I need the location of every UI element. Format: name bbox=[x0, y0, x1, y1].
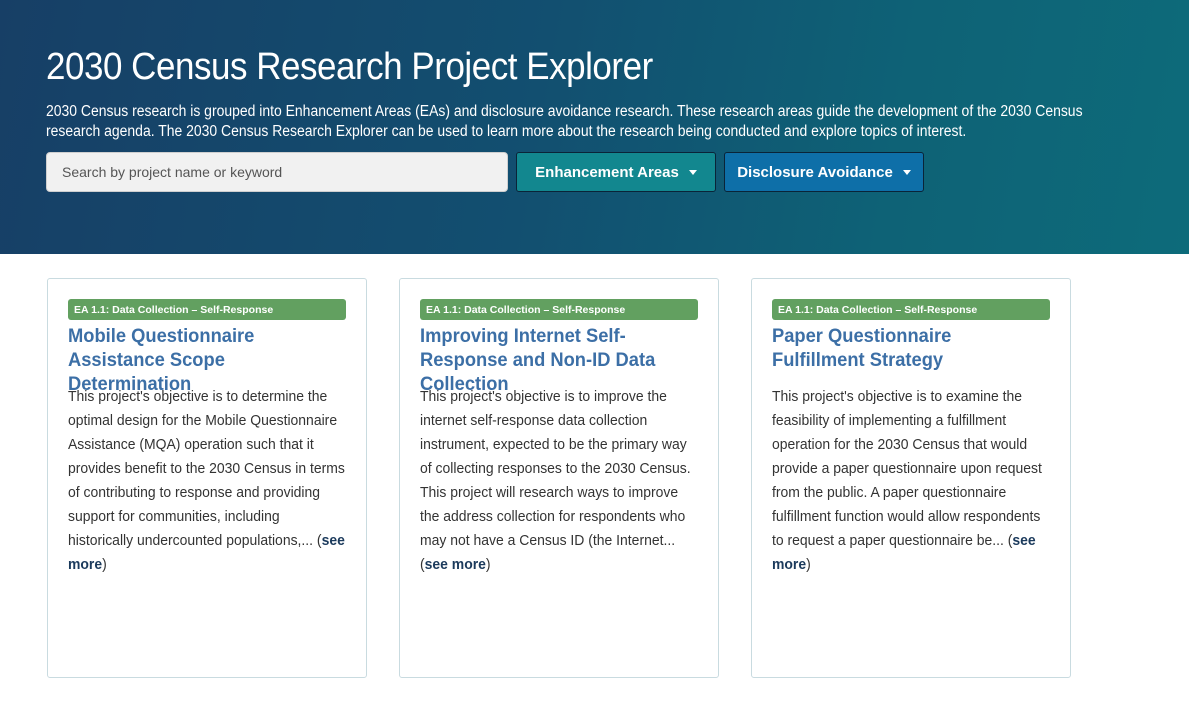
paren-close: ) bbox=[485, 556, 491, 573]
disclosure-avoidance-dropdown-button[interactable]: Disclosure Avoidance bbox=[724, 152, 924, 192]
paren-open: ( bbox=[1003, 532, 1013, 549]
caret-down-icon bbox=[902, 169, 911, 175]
excerpt-text: This project's objective is to improve t… bbox=[420, 388, 691, 549]
excerpt-text: This project's objective is to determine… bbox=[68, 388, 345, 549]
see-more-link[interactable]: see more bbox=[425, 556, 486, 573]
caret-down-icon bbox=[688, 169, 697, 175]
paren-open: ( bbox=[313, 532, 322, 549]
excerpt-text: This project's objective is to examine t… bbox=[772, 388, 1042, 549]
enhancement-areas-label: Enhancement Areas bbox=[535, 163, 679, 181]
project-card: EA 1.1: Data Collection – Self-Response … bbox=[47, 278, 367, 678]
search-box[interactable] bbox=[46, 152, 508, 192]
paren-close: ) bbox=[102, 556, 107, 573]
page-description: 2030 Census research is grouped into Enh… bbox=[46, 103, 1083, 140]
enhancement-area-tag[interactable]: EA 1.1: Data Collection – Self-Response bbox=[420, 299, 698, 320]
page-title: 2030 Census Research Project Explorer bbox=[46, 46, 653, 88]
disclosure-avoidance-label: Disclosure Avoidance bbox=[737, 163, 893, 181]
project-excerpt: This project's objective is to improve t… bbox=[420, 385, 699, 577]
project-title[interactable]: Paper Questionnaire Fulfillment Strategy bbox=[772, 324, 1045, 372]
enhancement-area-tag[interactable]: EA 1.1: Data Collection – Self-Response bbox=[772, 299, 1050, 320]
search-input[interactable] bbox=[62, 164, 507, 180]
enhancement-areas-dropdown-button[interactable]: Enhancement Areas bbox=[516, 152, 716, 192]
page-header: 2030 Census Research Project Explorer 20… bbox=[0, 0, 1189, 254]
project-card: EA 1.1: Data Collection – Self-Response … bbox=[751, 278, 1071, 678]
project-card: EA 1.1: Data Collection – Self-Response … bbox=[399, 278, 719, 678]
project-excerpt: This project's objective is to examine t… bbox=[772, 385, 1051, 577]
paren-close: ) bbox=[806, 556, 811, 573]
enhancement-area-tag[interactable]: EA 1.1: Data Collection – Self-Response bbox=[68, 299, 346, 320]
project-excerpt: This project's objective is to determine… bbox=[68, 385, 347, 577]
